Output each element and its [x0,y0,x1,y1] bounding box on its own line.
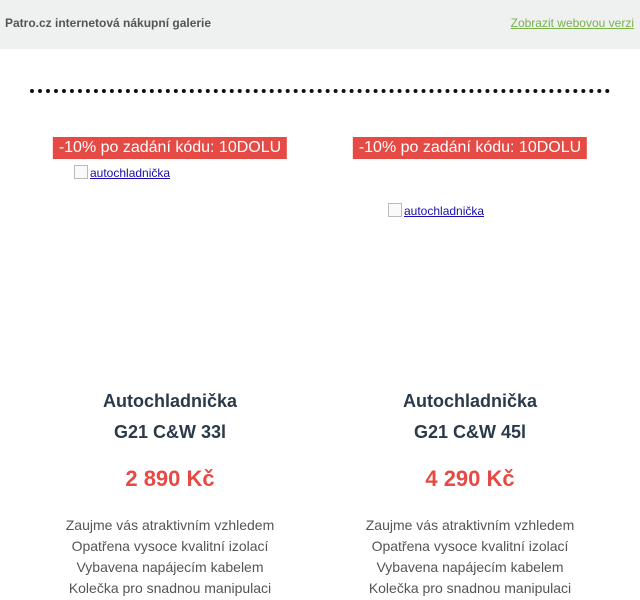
product-name[interactable]: Autochladnička G21 C&W 33l [20,386,320,448]
product-price: 4 290 Kč [425,466,515,491]
feature-item: Kolečka pro snadnou manipulaci [68,580,272,596]
product-price: 2 890 Kč [125,466,215,491]
product-image-alt: autochladnička [404,204,485,218]
product-image-link[interactable]: autochladnička [74,165,170,180]
product-name[interactable]: Autochladnička G21 C&W 45l [320,386,620,448]
feature-item: Zaujme vás atraktivním vzhledem [365,517,575,533]
product-name-line1: Autochladnička [102,391,238,411]
feature-item: Zaujme vás atraktivním vzhledem [65,517,275,533]
product-card: -10% po zadání kódu: 10DOLU autochladnič… [20,0,320,600]
broken-image-icon [74,165,88,179]
discount-badge: -10% po zadání kódu: 10DOLU [52,137,288,159]
product-name-line2: G21 C&W 45l [413,422,527,442]
feature-item: Opatřena vysoce kvalitní izolací [371,538,569,554]
product-grid: -10% po zadání kódu: 10DOLU autochladnič… [0,0,640,600]
feature-item: Vybavena napájecím kabelem [376,559,564,575]
broken-image-icon [388,203,402,217]
product-name-line2: G21 C&W 33l [113,422,227,442]
discount-badge: -10% po zadání kódu: 10DOLU [352,137,588,159]
feature-item: Vybavena napájecím kabelem [76,559,264,575]
product-features: Zaujme vás atraktivním vzhledem Opatřena… [320,515,620,599]
product-features: Zaujme vás atraktivním vzhledem Opatřena… [20,515,320,599]
feature-item: Opatřena vysoce kvalitní izolací [71,538,269,554]
product-card: -10% po zadání kódu: 10DOLU autochladnič… [320,0,620,600]
product-image-link[interactable]: autochladnička [388,203,484,218]
product-image-alt: autochladnička [90,166,171,180]
feature-item: Kolečka pro snadnou manipulaci [368,580,572,596]
product-name-line1: Autochladnička [402,391,538,411]
